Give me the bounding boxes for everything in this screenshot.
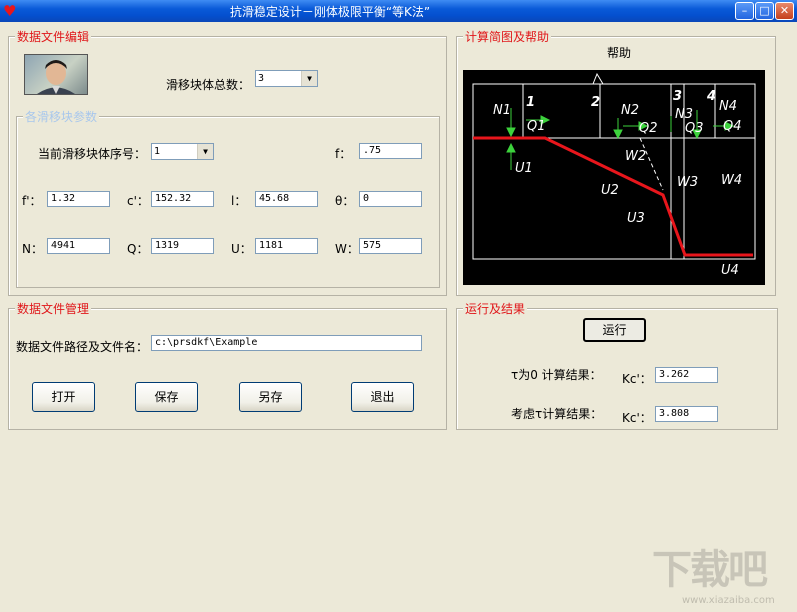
f-input[interactable]: .75 [359, 143, 422, 159]
label-w2: W2 [625, 149, 646, 164]
u-input[interactable]: 1181 [255, 238, 318, 254]
fprime-label: f'： [22, 194, 42, 208]
watermark-url: www.xiazaiba.com [682, 595, 775, 606]
chevron-down-icon[interactable]: ▼ [197, 144, 213, 159]
tau0-kc-label: Kc'： [622, 372, 652, 386]
tau-kc-field[interactable]: 3.808 [655, 406, 718, 422]
block-params-legend: 各滑移块参数 [23, 108, 100, 125]
theta-input[interactable]: 0 [359, 191, 422, 207]
n-input[interactable]: 4941 [47, 238, 110, 254]
open-button[interactable]: 打开 [32, 382, 95, 412]
label-3: 3 [673, 89, 682, 104]
chevron-down-icon[interactable]: ▼ [301, 71, 317, 86]
path-input[interactable]: c:\prsdkf\Example [151, 335, 422, 351]
w-input[interactable]: 575 [359, 238, 422, 254]
results-legend: 运行及结果 [463, 300, 528, 317]
save-button[interactable]: 保存 [135, 382, 198, 412]
label-w4: W4 [721, 173, 742, 188]
window-title: 抗滑稳定设计－刚体极限平衡“等K法” [229, 5, 431, 19]
current-block-value: 1 [154, 146, 161, 157]
author-photo [24, 54, 88, 95]
l-input[interactable]: 45.68 [255, 191, 318, 207]
file-mgmt-legend: 数据文件管理 [15, 300, 92, 317]
label-w3: W3 [677, 175, 698, 190]
close-button[interactable]: ✕ [775, 2, 794, 20]
run-button[interactable]: 运行 [583, 318, 646, 342]
tau0-kc-field[interactable]: 3.262 [655, 367, 718, 383]
label-q1: Q1 [527, 119, 546, 134]
label-q4: Q4 [723, 119, 742, 134]
label-2: 2 [591, 95, 600, 110]
save-as-button[interactable]: 另存 [239, 382, 302, 412]
q-input[interactable]: 1319 [151, 238, 214, 254]
title-bar[interactable]: ♥ 抗滑稳定设计－刚体极限平衡“等K法” – □ ✕ [0, 0, 797, 22]
label-u1: U1 [515, 161, 533, 176]
label-u3: U3 [627, 211, 645, 226]
exit-button[interactable]: 退出 [351, 382, 414, 412]
label-n2: N2 [621, 103, 639, 118]
maximize-button[interactable]: □ [755, 2, 774, 20]
total-blocks-value: 3 [258, 73, 265, 84]
label-q2: Q2 [639, 121, 658, 136]
label-q3: Q3 [685, 121, 704, 136]
label-n3: N3 [675, 107, 693, 122]
label-n4: N4 [719, 99, 737, 114]
label-u4: U4 [721, 263, 739, 278]
cprime-input[interactable]: 152.32 [151, 191, 214, 207]
label-4: 4 [706, 89, 716, 104]
f-label: f： [335, 147, 352, 161]
theta-label: θ： [335, 194, 355, 208]
u-label: U： [231, 242, 252, 256]
tau-label: 考虑τ计算结果： [511, 407, 603, 421]
l-label: l： [231, 194, 247, 208]
cprime-label: c'： [127, 194, 149, 208]
total-blocks-select[interactable]: 3 ▼ [255, 70, 318, 87]
label-u2: U2 [601, 183, 619, 198]
label-n1: N1 [493, 103, 511, 118]
current-block-select[interactable]: 1 ▼ [151, 143, 214, 160]
q-label: Q： [127, 242, 149, 256]
watermark-logo: 下载吧 [652, 547, 768, 593]
calculation-diagram: N1 1 Q1 U1 2 N2 Q2 W2 U2 3 N3 Q3 W3 U3 4… [463, 70, 765, 285]
current-block-label: 当前滑移块体序号： [38, 147, 147, 161]
tau-kc-label: Kc'： [622, 411, 652, 425]
minimize-button[interactable]: – [735, 2, 754, 20]
fprime-input[interactable]: 1.32 [47, 191, 110, 207]
path-label: 数据文件路径及文件名： [16, 340, 149, 354]
help-label[interactable]: 帮助 [607, 44, 631, 61]
diagram-legend: 计算简图及帮助 [463, 28, 552, 45]
n-label: N： [22, 242, 43, 256]
w-label: W： [335, 242, 359, 256]
tau0-label: τ为0 计算结果： [511, 368, 602, 382]
data-edit-legend: 数据文件编辑 [15, 28, 92, 45]
total-blocks-label: 滑移块体总数： [166, 78, 251, 92]
label-1: 1 [526, 95, 535, 110]
